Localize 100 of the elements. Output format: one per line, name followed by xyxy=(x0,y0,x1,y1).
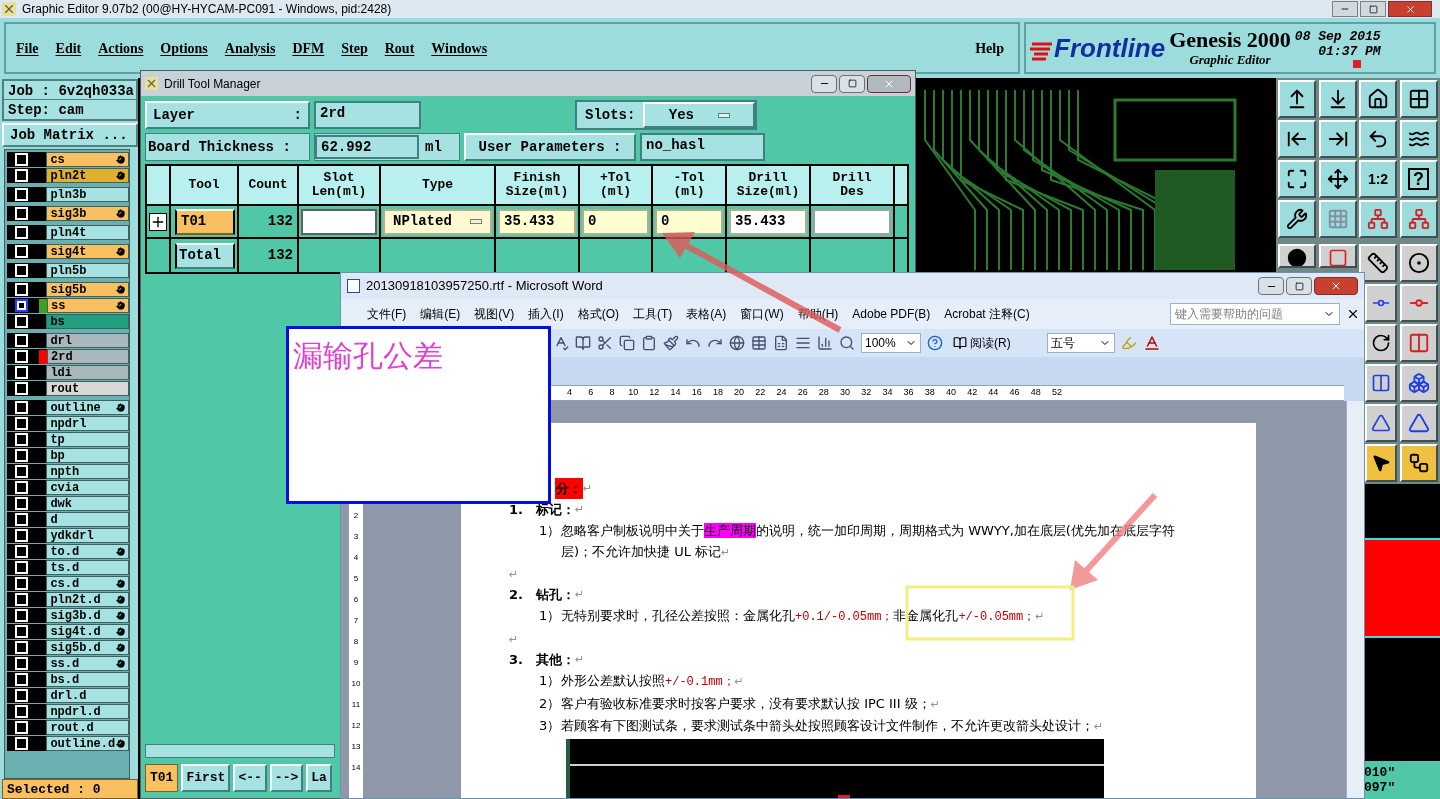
triangle-button[interactable] xyxy=(1399,404,1438,442)
home-button[interactable] xyxy=(1359,80,1397,118)
pan-button[interactable] xyxy=(1318,160,1357,198)
user-parameters-field[interactable]: no_hasl xyxy=(640,133,765,161)
nav-button[interactable]: <-- xyxy=(233,764,267,792)
menu-item[interactable]: 窗口(W) xyxy=(734,305,790,323)
drill-des-field[interactable] xyxy=(813,208,891,235)
menu-item[interactable]: Step xyxy=(341,37,368,59)
connect-button[interactable] xyxy=(1399,284,1438,322)
menu-item[interactable]: Options xyxy=(160,37,208,59)
layer-item[interactable]: cvia xyxy=(46,480,129,495)
expand-toggle[interactable] xyxy=(149,212,167,231)
menu-item[interactable]: Actions xyxy=(98,37,144,59)
nav-button[interactable]: La xyxy=(306,764,332,792)
move-right-button[interactable] xyxy=(1318,120,1357,158)
layer-item[interactable]: npdrl xyxy=(46,416,129,431)
layer-item[interactable]: bs xyxy=(46,314,129,329)
connect-button[interactable] xyxy=(1365,284,1397,322)
nav-button[interactable]: --> xyxy=(269,764,304,792)
layer-item[interactable]: cs.d xyxy=(46,576,129,591)
network-button[interactable] xyxy=(1399,200,1438,238)
value-field[interactable]: 35.433 xyxy=(498,208,576,235)
research-icon[interactable] xyxy=(575,335,591,351)
current-tool-field[interactable]: T01 xyxy=(145,764,179,792)
layer-toggle[interactable] xyxy=(15,299,28,312)
move-down-button[interactable] xyxy=(1318,80,1357,118)
layer-item[interactable]: drl xyxy=(46,333,129,348)
triangle-button[interactable] xyxy=(1365,404,1397,442)
move-up-button[interactable] xyxy=(1278,80,1316,118)
menu-item[interactable]: Adobe PDF(B) xyxy=(846,305,937,323)
layer-item[interactable]: cs xyxy=(46,152,129,167)
menu-item[interactable]: DFM xyxy=(292,37,325,59)
ruler-button[interactable] xyxy=(1359,244,1397,282)
tools-button[interactable] xyxy=(1278,200,1316,238)
zoom-dropdown[interactable]: 100% xyxy=(861,333,921,353)
layer-item[interactable]: tp xyxy=(46,432,129,447)
layer-item[interactable]: rout.d xyxy=(46,720,129,735)
slot-length-field[interactable] xyxy=(301,208,377,235)
layer-item[interactable]: sig4t xyxy=(46,244,129,259)
layer-item[interactable]: outline xyxy=(46,400,129,415)
layer-item[interactable]: pln2t.d xyxy=(46,592,129,607)
menu-item[interactable]: 编辑(E) xyxy=(414,305,467,323)
shapes-button[interactable] xyxy=(1399,364,1438,402)
format-painter-icon[interactable] xyxy=(663,335,679,351)
menu-item[interactable]: Acrobat 注释(C) xyxy=(938,305,1036,323)
help-search-field[interactable]: 键入需要帮助的问题 xyxy=(1170,303,1340,325)
columns-icon[interactable] xyxy=(795,335,811,351)
undo-button[interactable] xyxy=(1359,120,1397,158)
layer-item[interactable]: sig5b.d xyxy=(46,640,129,655)
spelling-icon[interactable] xyxy=(553,335,569,351)
horizontal-scrollbar[interactable] xyxy=(145,744,335,758)
tool-name[interactable]: T01 xyxy=(175,208,235,235)
minimize-button[interactable] xyxy=(1332,1,1358,17)
square-button[interactable] xyxy=(1318,244,1357,268)
layer-item[interactable]: sig5b xyxy=(46,282,129,297)
read-button[interactable]: 阅读(R) xyxy=(949,334,1015,352)
minimize-button[interactable] xyxy=(811,74,837,93)
maximize-button[interactable] xyxy=(839,74,865,93)
menu-item[interactable]: Analysis xyxy=(224,37,276,59)
job-matrix-button[interactable]: Job Matrix ... xyxy=(2,123,138,147)
copy-icon[interactable] xyxy=(619,335,635,351)
mirror-button[interactable] xyxy=(1399,324,1438,362)
help-button[interactable]: ? xyxy=(1399,160,1438,198)
close-button[interactable] xyxy=(1314,277,1358,295)
menu-item[interactable]: 表格(A) xyxy=(680,305,733,323)
layer-item[interactable]: npth xyxy=(46,464,129,479)
scale-button[interactable]: 1:2 xyxy=(1359,160,1397,198)
layer-item[interactable]: bp xyxy=(46,448,129,463)
layer-item[interactable]: d xyxy=(46,512,129,527)
close-icon[interactable] xyxy=(1346,307,1360,321)
maximize-button[interactable] xyxy=(1360,1,1386,17)
hyperlink-icon[interactable] xyxy=(729,335,745,351)
slots-dropdown[interactable]: Yes xyxy=(643,102,756,128)
close-button[interactable] xyxy=(867,74,911,93)
maximize-button[interactable] xyxy=(1286,277,1312,295)
layer-item[interactable]: drl.d xyxy=(46,688,129,703)
menu-item[interactable]: 工具(T) xyxy=(627,305,679,323)
layer-item[interactable]: ss xyxy=(47,298,129,313)
type-dropdown[interactable]: NPlated xyxy=(383,208,492,235)
minimize-button[interactable] xyxy=(1258,277,1284,295)
pointer-button[interactable] xyxy=(1365,444,1397,482)
layer-item[interactable]: bs.d xyxy=(46,672,129,687)
layer-item[interactable]: pln5b xyxy=(46,263,129,278)
menu-item[interactable]: Help xyxy=(975,37,1004,59)
rotate-button[interactable] xyxy=(1365,324,1397,362)
font-color-icon[interactable] xyxy=(1142,334,1161,352)
table-icon[interactable] xyxy=(751,335,767,351)
menu-item[interactable]: 格式(O) xyxy=(571,305,625,323)
layer-item[interactable]: ss.d xyxy=(46,656,129,671)
zoom-fit-button[interactable] xyxy=(1278,160,1316,198)
pad-button[interactable] xyxy=(1399,244,1438,282)
user-parameters-button[interactable]: User Parameters : xyxy=(464,133,636,161)
layer-item[interactable]: pln2t xyxy=(46,168,129,183)
thickness-field[interactable]: 62.992 xyxy=(315,135,419,159)
menu-item[interactable]: File xyxy=(16,37,39,59)
chart-icon[interactable] xyxy=(817,335,833,351)
measure-button[interactable] xyxy=(1365,364,1397,402)
layer-item[interactable]: pln3b xyxy=(46,187,129,202)
network-button[interactable] xyxy=(1359,200,1397,238)
layer-field[interactable]: 2rd xyxy=(314,101,421,129)
